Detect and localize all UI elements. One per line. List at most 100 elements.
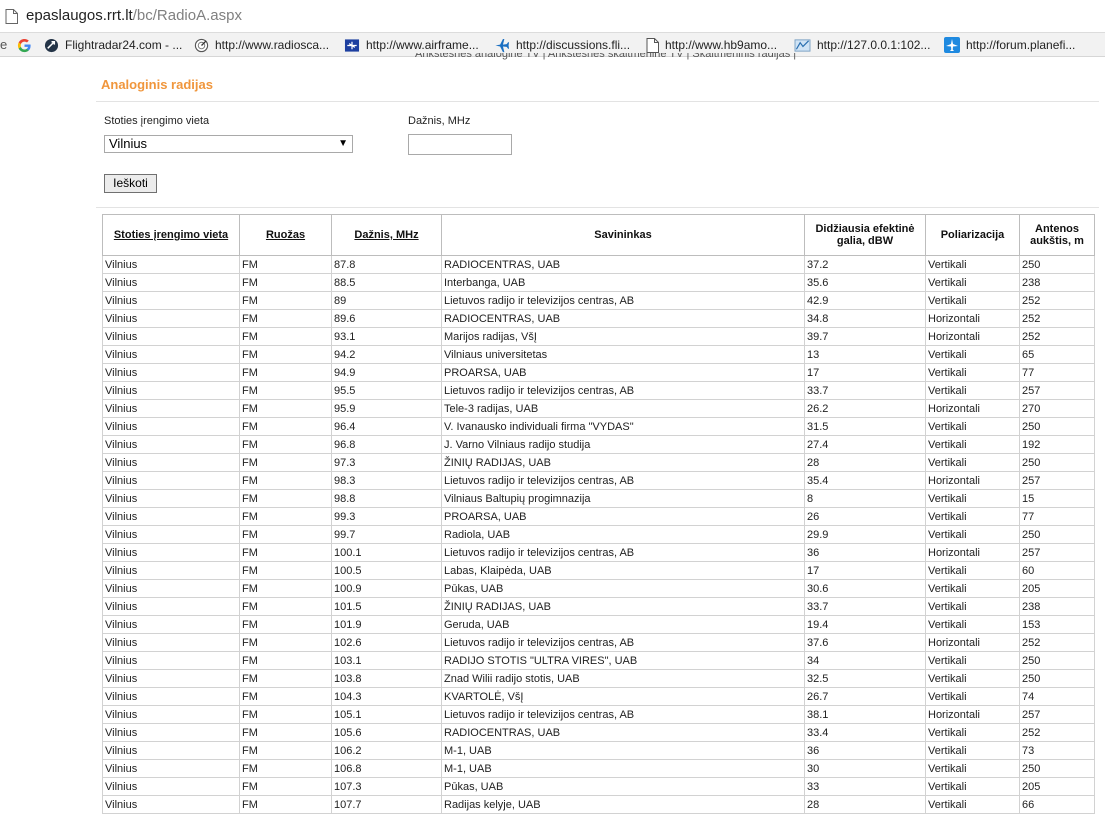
cell-frequency: 106.2 — [331, 741, 442, 760]
cell-owner: Radijas kelyje, UAB — [441, 795, 805, 814]
cell-location: Vilnius — [102, 489, 240, 508]
bookmark-label: http://forum.planefi... — [966, 38, 1076, 52]
cell-band: FM — [239, 273, 332, 292]
cell-antenna-height: 238 — [1019, 597, 1095, 616]
search-button[interactable]: Ieškoti — [104, 174, 157, 193]
table-row: Vilnius FM 102.6 Lietuvos radijo ir televiz… — [102, 633, 1095, 652]
address-bar[interactable]: epaslaugos.rrt.lt/bc/RadioA.aspx — [0, 0, 1105, 33]
cell-location: Vilnius — [102, 417, 240, 436]
cell-polarization: Horizontali — [925, 399, 1020, 418]
cell-polarization: Vertikali — [925, 255, 1020, 274]
table-row: Vilnius FM 100.1 Lietuvos radijo ir televiz… — [102, 543, 1095, 562]
table-row: Vilnius FM 100.9 Pūkas, UAB 30.6 Vertikali 205 — [102, 579, 1095, 598]
col-header-location[interactable]: Stoties įrengimo vieta — [102, 214, 240, 256]
table-row: Vilnius FM 88.5 Interbanga, UAB 35.6 Vertikal… — [102, 273, 1095, 292]
cell-band: FM — [239, 777, 332, 796]
cell-antenna-height: 270 — [1019, 399, 1095, 418]
cell-frequency: 95.5 — [331, 381, 442, 400]
location-label: Stoties įrengimo vieta — [104, 115, 210, 127]
cell-location: Vilnius — [102, 309, 240, 328]
bookmark-label: http://www.hb9amo... — [665, 38, 778, 52]
cell-band: FM — [239, 795, 332, 814]
map-icon — [794, 38, 811, 52]
cell-location: Vilnius — [102, 615, 240, 634]
cell-polarization: Vertikali — [925, 795, 1020, 814]
cell-band: FM — [239, 417, 332, 436]
cell-polarization: Vertikali — [925, 291, 1020, 310]
cell-band: FM — [239, 507, 332, 526]
top-nav-links[interactable]: Ankstesnės analoginė TV | Ankstesnės ska… — [415, 53, 796, 62]
bookmark-label: http://www.airframe... — [366, 38, 479, 52]
cell-owner: Vilniaus universitetas — [441, 345, 805, 364]
cell-power: 31.5 — [804, 417, 926, 436]
cell-polarization: Vertikali — [925, 345, 1020, 364]
cell-polarization: Vertikali — [925, 363, 1020, 382]
cell-owner: Labas, Klaipėda, UAB — [441, 561, 805, 580]
bookmark-label: http://www.radiosca... — [215, 38, 330, 52]
table-row: Vilnius FM 104.3 KVARTOLĖ, VšĮ 26.7 Vertikali… — [102, 687, 1095, 706]
cell-antenna-height: 250 — [1019, 453, 1095, 472]
bookmark-google[interactable] — [17, 33, 38, 56]
cell-location: Vilnius — [102, 777, 240, 796]
col-header-frequency[interactable]: Dažnis, MHz — [331, 214, 442, 256]
cell-frequency: 99.7 — [331, 525, 442, 544]
cell-polarization: Horizontali — [925, 471, 1020, 490]
cell-frequency: 94.2 — [331, 345, 442, 364]
cell-antenna-height: 252 — [1019, 327, 1095, 346]
cell-location: Vilnius — [102, 705, 240, 724]
cell-frequency: 104.3 — [331, 687, 442, 706]
bookmark-flightradar[interactable]: Flightradar24.com - ... — [44, 33, 183, 56]
cell-owner: Lietuvos radijo ir televizijos centras, … — [441, 381, 805, 400]
bookmark-planefinder[interactable]: http://forum.planefi... — [944, 33, 1076, 56]
cell-antenna-height: 252 — [1019, 723, 1095, 742]
cell-polarization: Vertikali — [925, 381, 1020, 400]
bookmark-label: Flightradar24.com - ... — [65, 38, 183, 52]
cell-polarization: Vertikali — [925, 579, 1020, 598]
cell-band: FM — [239, 561, 332, 580]
bookmark-localhost[interactable]: http://127.0.0.1:102... — [794, 33, 930, 56]
cell-band: FM — [239, 687, 332, 706]
cell-frequency: 101.5 — [331, 597, 442, 616]
cell-owner: J. Varno Vilniaus radijo studija — [441, 435, 805, 454]
table-row: Vilnius FM 105.1 Lietuvos radijo ir televiz… — [102, 705, 1095, 724]
cell-polarization: Vertikali — [925, 417, 1020, 436]
cell-band: FM — [239, 579, 332, 598]
cell-location: Vilnius — [102, 651, 240, 670]
cell-frequency: 105.1 — [331, 705, 442, 724]
frequency-input[interactable] — [408, 134, 512, 155]
bookmark-radioscanner[interactable]: http://www.radiosca... — [194, 33, 330, 56]
cell-polarization: Vertikali — [925, 777, 1020, 796]
table-row: Vilnius FM 107.3 Pūkas, UAB 33 Vertikali 205 — [102, 777, 1095, 796]
dropdown-arrow-icon: ▼ — [338, 138, 348, 149]
cell-power: 35.6 — [804, 273, 926, 292]
cell-location: Vilnius — [102, 255, 240, 274]
cell-owner: M-1, UAB — [441, 759, 805, 778]
cell-owner: PROARSA, UAB — [441, 363, 805, 382]
cell-polarization: Vertikali — [925, 273, 1020, 292]
cell-band: FM — [239, 291, 332, 310]
location-select[interactable]: Vilnius ▼ — [104, 135, 353, 153]
cell-owner: Pūkas, UAB — [441, 579, 805, 598]
cell-antenna-height: 252 — [1019, 633, 1095, 652]
cell-frequency: 89 — [331, 291, 442, 310]
cell-band: FM — [239, 435, 332, 454]
cell-power: 33 — [804, 777, 926, 796]
cell-polarization: Horizontali — [925, 309, 1020, 328]
cell-power: 28 — [804, 795, 926, 814]
planefinder-icon — [944, 37, 960, 53]
table-row: Vilnius FM 93.1 Marijos radijas, VšĮ 39.7 Hor… — [102, 327, 1095, 346]
cell-location: Vilnius — [102, 525, 240, 544]
cell-power: 33.4 — [804, 723, 926, 742]
cell-owner: Znad Wilii radijo stotis, UAB — [441, 669, 805, 688]
bookmark-cut-edge: e — [0, 37, 8, 52]
url-text[interactable]: epaslaugos.rrt.lt/bc/RadioA.aspx — [26, 7, 242, 24]
col-header-band[interactable]: Ruožas — [239, 214, 332, 256]
cell-frequency: 100.5 — [331, 561, 442, 580]
cell-power: 30.6 — [804, 579, 926, 598]
cell-band: FM — [239, 363, 332, 382]
cell-polarization: Vertikali — [925, 435, 1020, 454]
cell-owner: ŽINIŲ RADIJAS, UAB — [441, 597, 805, 616]
cell-location: Vilnius — [102, 273, 240, 292]
cell-power: 33.7 — [804, 381, 926, 400]
cell-antenna-height: 257 — [1019, 381, 1095, 400]
